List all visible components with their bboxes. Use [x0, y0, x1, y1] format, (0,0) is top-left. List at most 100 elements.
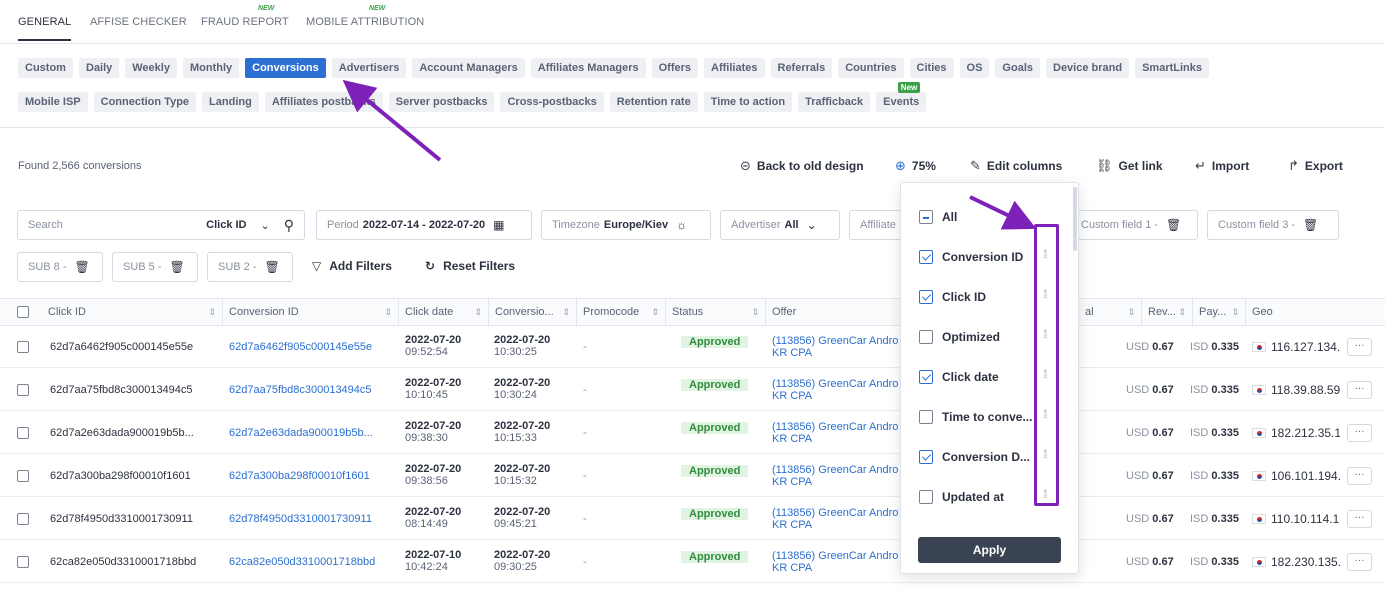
- chip-monthly[interactable]: Monthly: [182, 58, 240, 78]
- column-option-all[interactable]: All: [919, 207, 957, 227]
- checkbox[interactable]: [919, 410, 933, 424]
- checkbox[interactable]: [919, 330, 933, 344]
- col-conversion-id[interactable]: Conversion ID ⇕: [222, 299, 398, 326]
- table-row[interactable]: 62d7aa75fbd8c300013494c5 62d7aa75fbd8c30…: [0, 369, 1385, 411]
- col-click-date[interactable]: Click date ⇕: [398, 299, 488, 326]
- offer-link[interactable]: (113856) GreenCar Andro KR CPA: [772, 421, 900, 445]
- scrollbar-thumb[interactable]: [1073, 187, 1077, 251]
- offer-link[interactable]: (113856) GreenCar Andro KR CPA: [772, 378, 900, 402]
- checkbox[interactable]: [919, 290, 933, 304]
- tab-mobile-attribution[interactable]: MOBILE ATTRIBUTION: [306, 16, 424, 28]
- chip-daily[interactable]: Daily: [78, 58, 120, 78]
- chip-server-postbacks[interactable]: Server postbacks: [388, 92, 495, 112]
- table-row[interactable]: 62d7a2e63dada900019b5b... 62d7a2e63dada9…: [0, 412, 1385, 454]
- column-option-conversion-d-[interactable]: Conversion D...: [919, 447, 1030, 467]
- col-conversion-date[interactable]: Conversio... ⇕: [488, 299, 576, 326]
- conversion-id-link[interactable]: 62ca82e050d3310001718bbd: [229, 556, 394, 568]
- conversion-id-link[interactable]: 62d7a300ba298f00010f1601: [229, 470, 394, 482]
- sub8-filter[interactable]: SUB 8 - 🗑: [17, 252, 103, 282]
- chip-affiliates-managers[interactable]: Affiliates Managers: [530, 58, 646, 78]
- row-checkbox[interactable]: [17, 470, 29, 482]
- column-option-click-date[interactable]: Click date: [919, 367, 999, 387]
- more-actions-button[interactable]: ···: [1347, 510, 1372, 528]
- chip-smartlinks[interactable]: SmartLinks: [1135, 58, 1210, 78]
- offer-link[interactable]: (113856) GreenCar Andro KR CPA: [772, 507, 900, 531]
- chevron-down-icon[interactable]: ⌄: [261, 219, 270, 232]
- chip-cities[interactable]: Cities: [909, 58, 954, 78]
- search-field-select[interactable]: Click ID: [206, 219, 246, 231]
- tab-affise-checker[interactable]: AFFISE CHECKER: [90, 16, 187, 28]
- trash-icon[interactable]: 🗑: [170, 260, 185, 274]
- checkbox[interactable]: [919, 210, 933, 224]
- chip-os[interactable]: OS: [959, 58, 990, 78]
- trash-icon[interactable]: 🗑: [75, 260, 90, 274]
- col-promocode[interactable]: Promocode ⇕: [576, 299, 665, 326]
- row-checkbox[interactable]: [17, 427, 29, 439]
- chip-custom[interactable]: Custom: [18, 58, 73, 78]
- offer-link[interactable]: (113856) GreenCar Andro KR CPA: [772, 464, 900, 488]
- column-option-conversion-id[interactable]: Conversion ID: [919, 247, 1023, 267]
- chip-affiliates-postbacks[interactable]: Affiliates postbacks: [264, 92, 383, 112]
- chip-connection-type[interactable]: Connection Type: [93, 92, 197, 112]
- checkbox[interactable]: [919, 450, 933, 464]
- export-button[interactable]: ↱ Export: [1288, 158, 1343, 174]
- table-row[interactable]: 62ca82e050d3310001718bbd 62ca82e050d3310…: [0, 541, 1385, 583]
- column-option-click-id[interactable]: Click ID: [919, 287, 986, 307]
- checkbox[interactable]: [919, 490, 933, 504]
- col-geo[interactable]: Geo: [1245, 299, 1385, 326]
- chip-affiliates[interactable]: Affiliates: [704, 58, 765, 78]
- column-option-time-to-conve-[interactable]: Time to conve...: [919, 407, 1032, 427]
- zoom-control[interactable]: ⊕ 75%: [895, 158, 936, 174]
- chip-cross-postbacks[interactable]: Cross-postbacks: [500, 92, 604, 112]
- select-all-checkbox[interactable]: [17, 306, 29, 318]
- chip-referrals[interactable]: Referrals: [770, 58, 833, 78]
- chip-mobile-isp[interactable]: Mobile ISP: [18, 92, 88, 112]
- checkbox[interactable]: [919, 370, 933, 384]
- chip-account-managers[interactable]: Account Managers: [412, 58, 525, 78]
- chip-time-to-action[interactable]: Time to action: [703, 92, 793, 112]
- trash-icon[interactable]: 🗑: [1166, 218, 1181, 232]
- conversion-id-link[interactable]: 62d7aa75fbd8c300013494c5: [229, 384, 394, 396]
- search-icon[interactable]: ⚲: [284, 217, 294, 234]
- reset-filters-button[interactable]: ↻ Reset Filters: [425, 259, 515, 273]
- sub5-filter[interactable]: SUB 5 - 🗑: [112, 252, 198, 282]
- chip-retention-rate[interactable]: Retention rate: [609, 92, 698, 112]
- tab-fraud-report[interactable]: FRAUD REPORT: [201, 16, 289, 28]
- checkbox[interactable]: [919, 250, 933, 264]
- conversion-id-link[interactable]: 62d78f4950d3310001730911: [229, 513, 394, 525]
- advertiser-filter[interactable]: Advertiser All ⌄: [720, 210, 840, 240]
- more-actions-button[interactable]: ···: [1347, 553, 1372, 571]
- offer-link[interactable]: (113856) GreenCar Andro KR CPA: [772, 335, 900, 359]
- more-actions-button[interactable]: ···: [1347, 338, 1372, 356]
- chip-countries[interactable]: Countries: [838, 58, 904, 78]
- custom-field-1-filter[interactable]: Custom field 1 - 🗑: [1070, 210, 1198, 240]
- column-option-optimized[interactable]: Optimized: [919, 327, 1000, 347]
- col-payout[interactable]: Pay... ⇕: [1192, 299, 1245, 326]
- row-checkbox[interactable]: [17, 513, 29, 525]
- col-status[interactable]: Status ⇕: [665, 299, 765, 326]
- table-row[interactable]: 62d7a300ba298f00010f1601 62d7a300ba298f0…: [0, 455, 1385, 497]
- search-input[interactable]: Search: [28, 219, 206, 231]
- trash-icon[interactable]: 🗑: [265, 260, 280, 274]
- chip-device-brand[interactable]: Device brand: [1046, 58, 1130, 78]
- apply-button[interactable]: Apply: [918, 537, 1061, 563]
- back-to-old-design-button[interactable]: ⊝ Back to old design: [740, 158, 864, 174]
- chip-goals[interactable]: Goals: [995, 58, 1040, 78]
- sub2-filter[interactable]: SUB 2 - 🗑: [207, 252, 293, 282]
- col-revenue[interactable]: Rev... ⇕: [1141, 299, 1192, 326]
- more-actions-button[interactable]: ···: [1347, 381, 1372, 399]
- custom-field-3-filter[interactable]: Custom field 3 - 🗑: [1207, 210, 1339, 240]
- more-actions-button[interactable]: ···: [1347, 467, 1372, 485]
- row-checkbox[interactable]: [17, 556, 29, 568]
- conversion-id-link[interactable]: 62d7a2e63dada900019b5b...: [229, 427, 394, 439]
- timezone-filter[interactable]: Timezone Europe/Kiev ☼: [541, 210, 711, 240]
- offer-link[interactable]: (113856) GreenCar Andro KR CPA: [772, 550, 900, 574]
- row-checkbox[interactable]: [17, 384, 29, 396]
- add-filters-button[interactable]: ▽ Add Filters: [312, 259, 392, 273]
- trash-icon[interactable]: 🗑: [1303, 218, 1318, 232]
- get-link-button[interactable]: ⛓ Get link: [1096, 158, 1163, 174]
- table-row[interactable]: 62d7a6462f905c000145e55e 62d7a6462f905c0…: [0, 326, 1385, 368]
- chip-weekly[interactable]: Weekly: [125, 58, 177, 78]
- chip-conversions[interactable]: Conversions: [245, 58, 326, 78]
- more-actions-button[interactable]: ···: [1347, 424, 1372, 442]
